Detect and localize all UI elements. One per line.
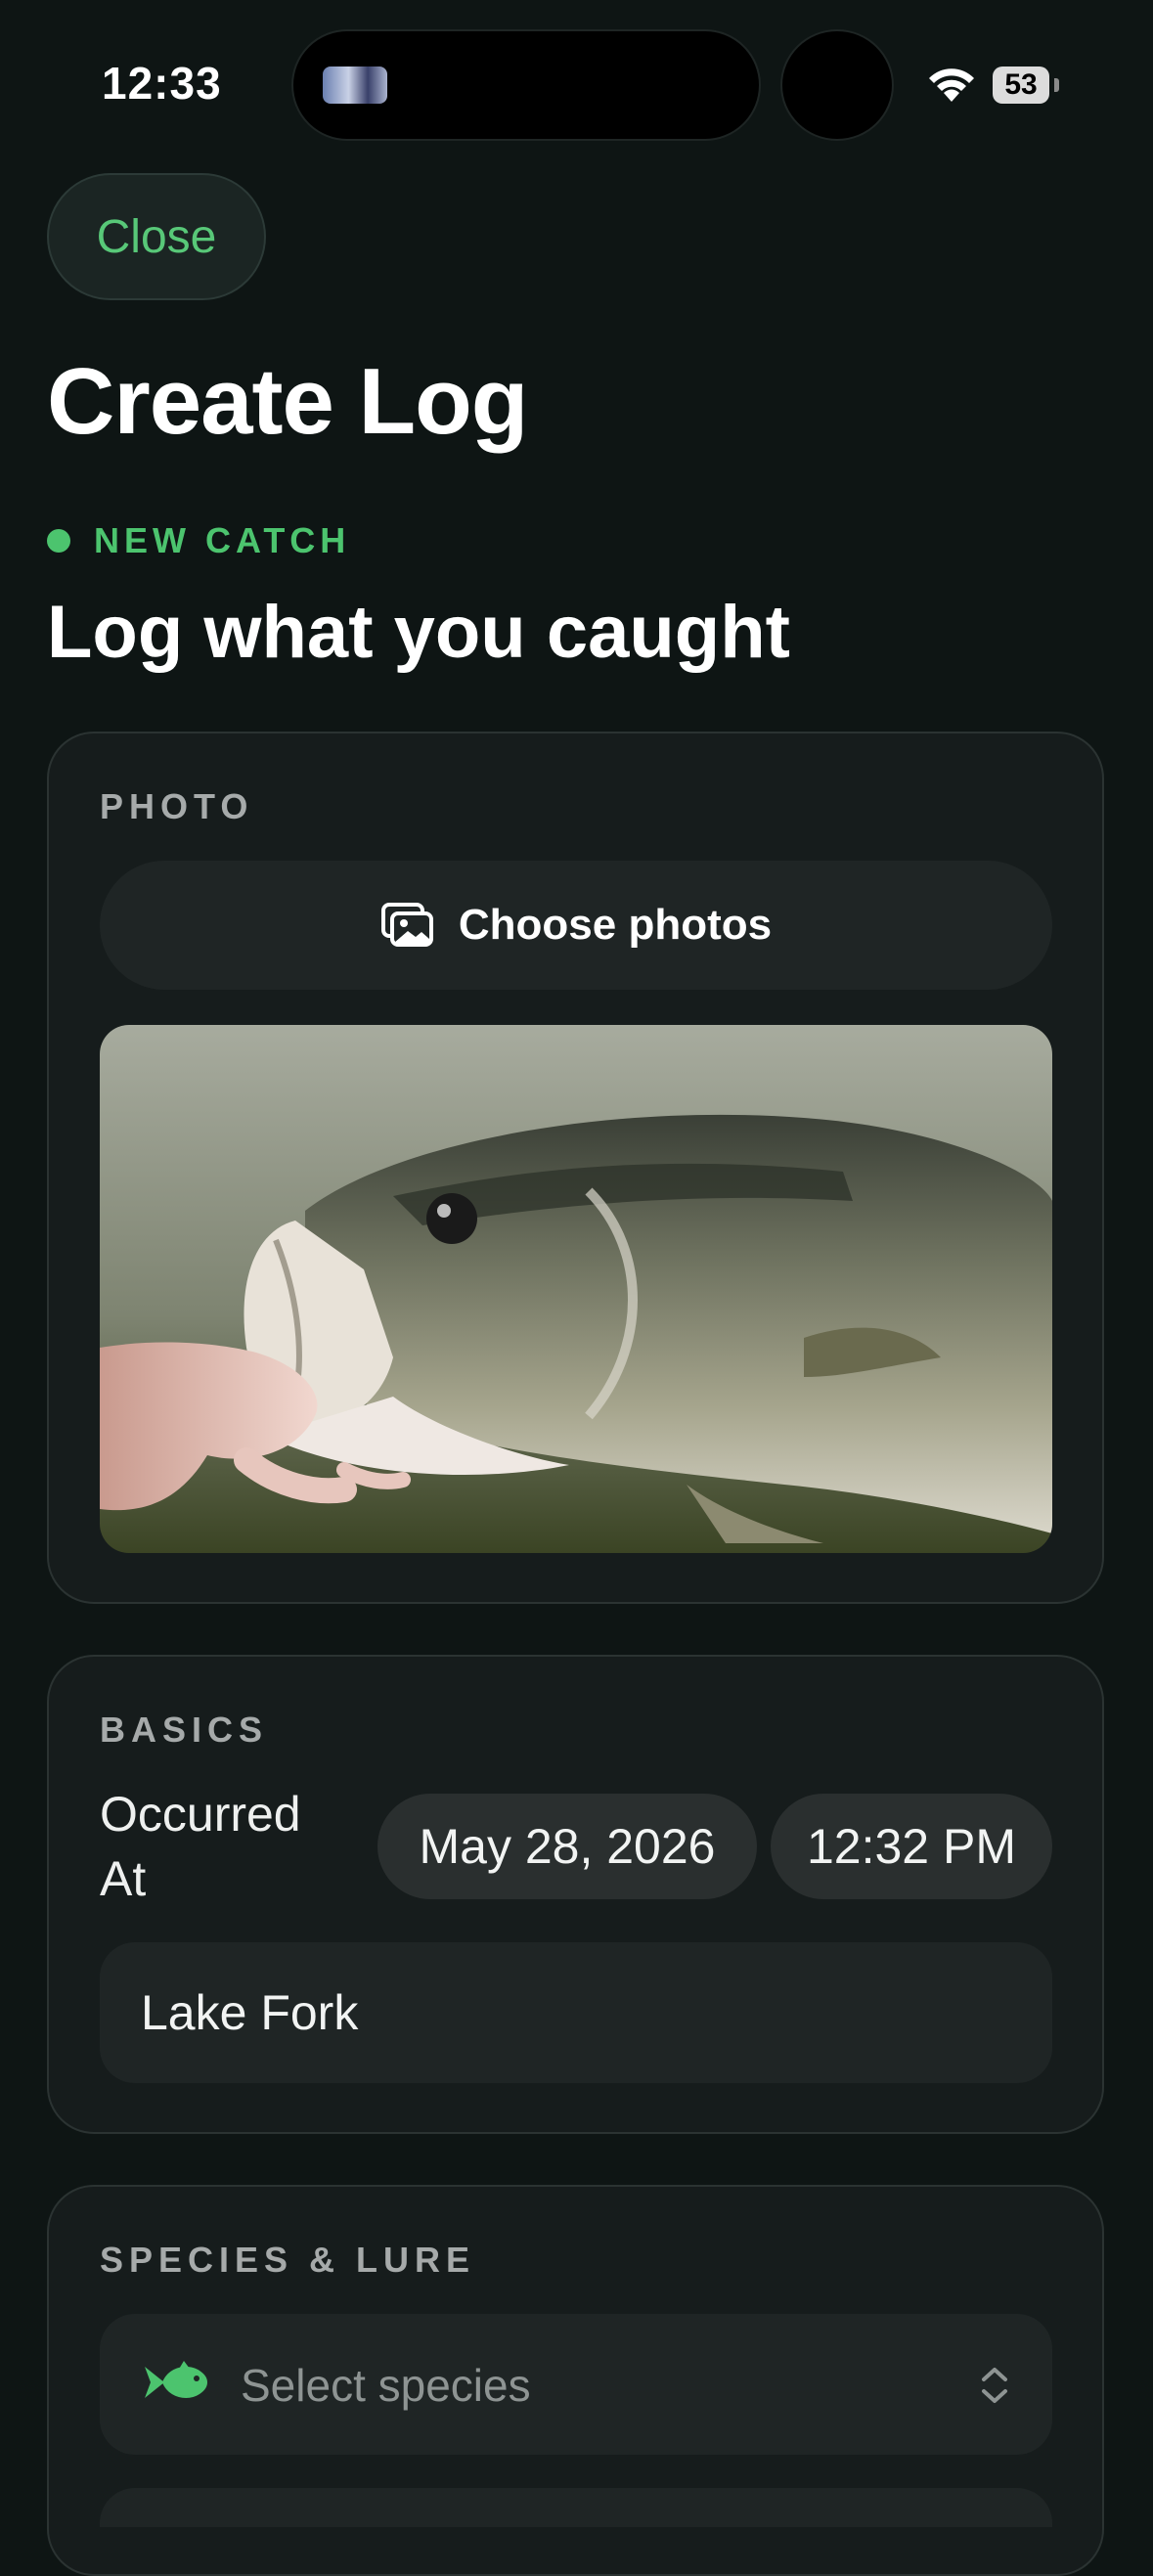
wifi-icon [929, 68, 974, 102]
lure-field[interactable] [100, 2488, 1052, 2527]
location-field[interactable]: Lake Fork [100, 1942, 1052, 2083]
close-button[interactable]: Close [47, 173, 266, 300]
battery-tip [1054, 78, 1059, 92]
occurred-at-label: Occurred At [100, 1787, 301, 1906]
page-title: Create Log [47, 349, 528, 454]
page-subtitle: Log what you caught [47, 591, 790, 674]
status-time: 12:33 [102, 58, 222, 109]
status-dot [47, 529, 70, 553]
photo-section-label: PHOTO [100, 786, 254, 826]
species-placeholder: Select species [241, 2360, 531, 2411]
fish-icon [145, 2361, 207, 2398]
live-activity-thumbnail [323, 67, 387, 104]
basics-section-label: BASICS [100, 1710, 269, 1750]
choose-photos-label: Choose photos [458, 901, 773, 949]
time-picker[interactable]: 12:32 PM [771, 1794, 1052, 1899]
date-picker[interactable]: May 28, 2026 [377, 1794, 757, 1899]
eyebrow-label: NEW CATCH [94, 520, 351, 560]
battery-indicator: 53 [993, 67, 1049, 104]
front-camera [780, 29, 894, 141]
choose-photos-button[interactable]: Choose photos [100, 861, 1052, 990]
catch-photo [100, 1025, 1052, 1553]
species-lure-section-label: SPECIES & LURE [100, 2240, 476, 2280]
chevron-up-down-icon [982, 2368, 1007, 2403]
photos-icon [380, 903, 433, 947]
